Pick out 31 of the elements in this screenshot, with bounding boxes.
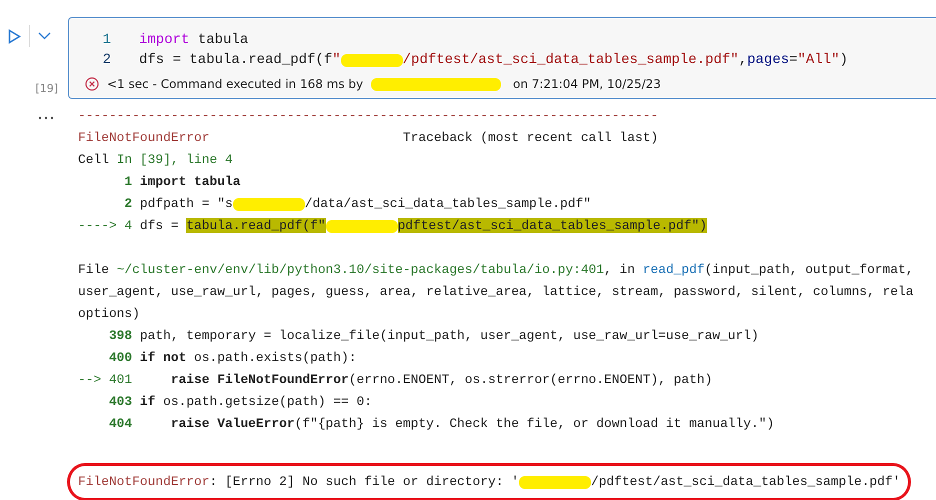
chevron-down-icon[interactable] [38,32,51,40]
code-text: dfs = tabula.read_pdf(f" [139,52,341,68]
code-text: user_agent, use_raw_url, pages, guess, area, relative_area, lattice, stream, password, silent, columns, rela [78,283,914,301]
line-number: 2 [102,52,111,68]
code-text: 1 import tabula [123,173,240,191]
code-text: Cell In [39], line 4 [78,151,233,169]
code-text: 2 pdfpath = "s [123,195,233,213]
code-text: FileNotFoundError: [Errno 2] No such file or directory: ' [78,473,519,491]
code-text: 400 if not os.path.exists(path): [108,349,356,367]
code-text: /pdftest/ast_sci_data_tables_sample.pdf' [590,473,900,491]
code-text: FileNotFoundError Traceback (most recent call last) [78,129,658,147]
more-icon[interactable] [38,116,54,120]
code-cell[interactable]: 1 import tabula 2 dfs = tabula.read_pdf(f" /pdftest/ast_sci_data_tables_sample.pdf",pages="All") <1 sec - Command executed in 168 ms by on 7:21:04 PM, 10/25/23 [68,17,936,99]
code-text: options) [78,305,140,323]
code-text: on 7:21:04 PM, 10/25/23 [512,77,661,91]
line-number: 1 [102,32,111,48]
code-text: 398 path, temporary = localize_file(input_path, user_agent, use_raw_url=use_raw_url) [108,327,759,345]
code-text: /data/ast_sci_data_tables_sample.pdf" [304,195,591,213]
code-text: File ~/cluster-env/env/lib/python3.10/site-packages/tabula/io.py:401, in read_pdf(input_path, output_format, [78,261,914,279]
code-text: --> 401 raise FileNotFoundError(errno.ENOENT, os.strerror(errno.ENOENT), path) [78,371,712,389]
code-text: <1 sec - Command executed in 168 ms by [107,77,364,91]
code-text: ----> 4 dfs = tabula.read_pdf(f" [78,217,326,235]
run-icon[interactable] [8,28,21,44]
code-text: /pdftest/ast_sci_data_tables_sample.pdf",pages="All") [402,52,848,68]
execution-count: [19] [35,82,58,95]
code-text: import tabula [139,32,248,48]
code-text: pdftest/ast_sci_data_tables_sample.pdf") [398,217,707,235]
code-text: 404 raise ValueError(f"{path} is empty. Check the file, or download it manually.") [108,415,774,433]
code-text: 403 if os.path.getsize(path) == 0: [108,393,372,411]
redaction-mark [340,54,403,66]
code-text: --------------------------------------------------------------------------- [78,107,658,125]
